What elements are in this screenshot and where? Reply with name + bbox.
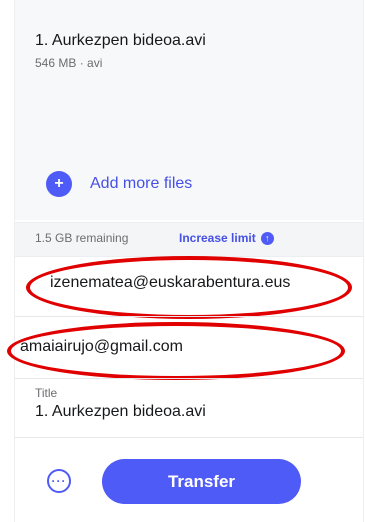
plus-icon: + [46,171,72,197]
title-field-input[interactable]: 1. Aurkezpen bideoa.avi [35,403,206,421]
annotation-ellipse-recipient [26,256,352,319]
transfer-button[interactable]: Transfer [102,459,301,504]
transfer-panel: 1. Aurkezpen bideoa.avi 546 MB · avi + A… [0,0,365,522]
add-more-files-label: Add more files [90,175,193,192]
divider [15,378,363,379]
arrow-up-circle-icon: ↑ [260,231,274,245]
add-more-files-button[interactable]: + Add more files [46,170,192,198]
increase-limit-link[interactable]: Increase limit ↑ [179,231,274,245]
divider [15,437,363,438]
annotation-ellipse-sender [7,322,345,380]
increase-limit-label: Increase limit [179,231,256,245]
divider [15,316,363,317]
remaining-storage: 1.5 GB remaining [35,231,129,245]
file-name: 1. Aurkezpen bideoa.avi [35,32,206,49]
more-options-icon[interactable]: ··· [47,469,71,493]
panel-right-border [363,0,364,522]
title-field-label: Title [35,386,58,400]
file-meta: 546 MB · avi [35,56,103,70]
